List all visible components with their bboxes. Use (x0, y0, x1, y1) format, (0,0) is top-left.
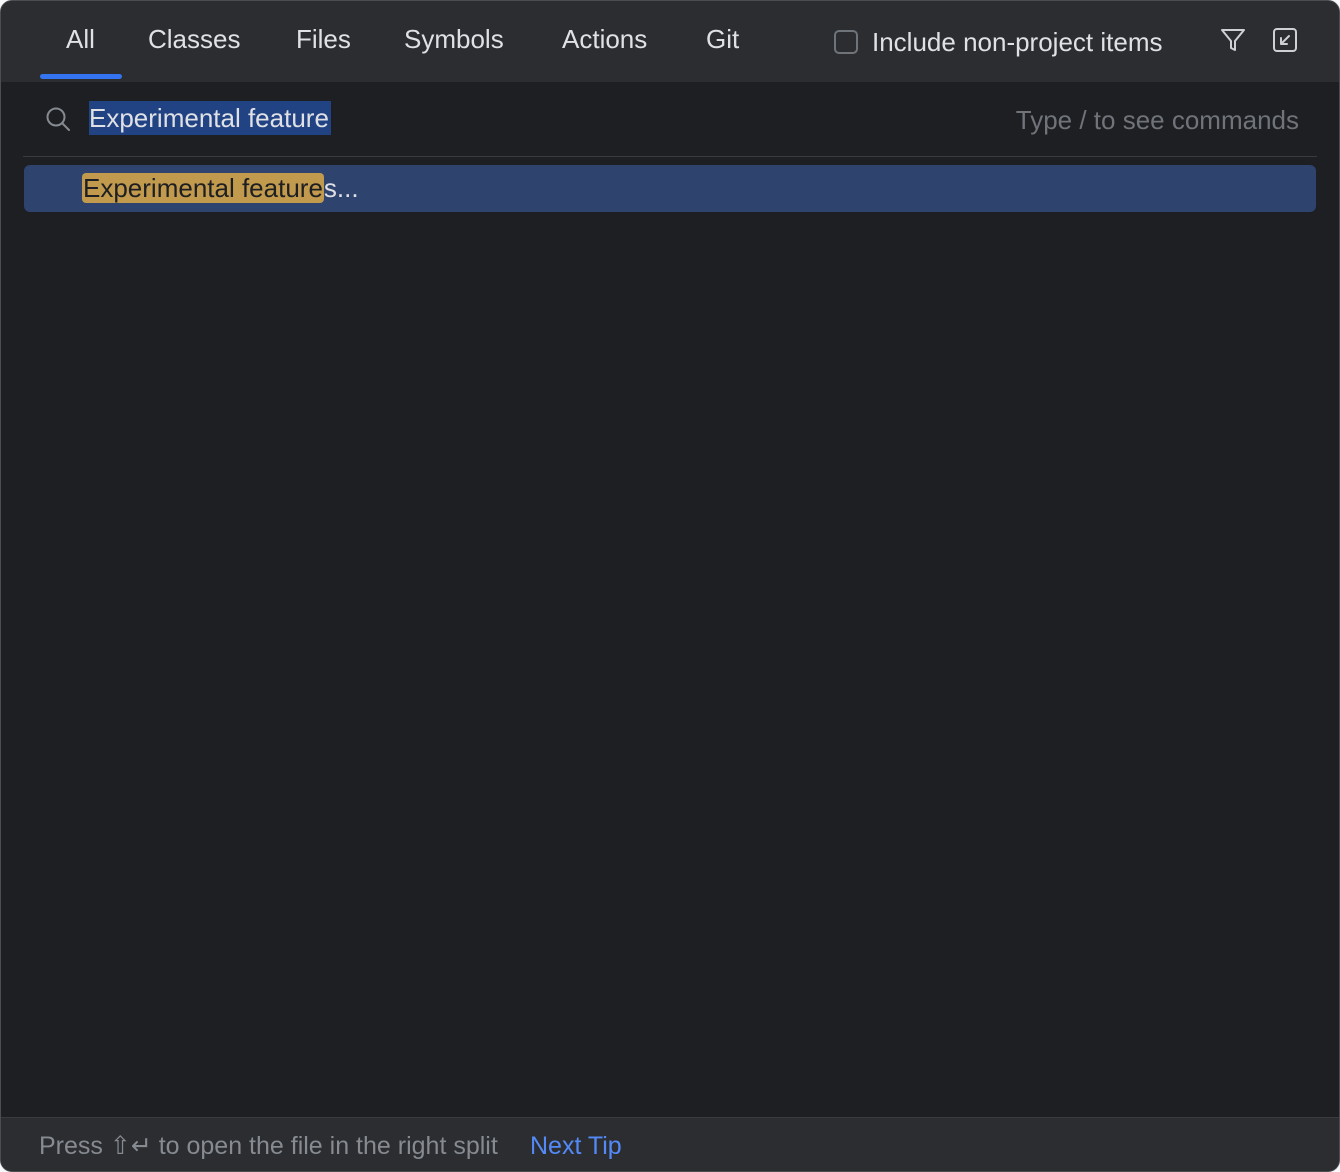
search-bar[interactable]: Experimental feature Type / to see comma… (23, 82, 1317, 157)
tab-git[interactable]: Git (706, 21, 739, 57)
list-item[interactable]: Experimental features... (24, 165, 1316, 212)
tab-classes[interactable]: Classes (148, 21, 240, 57)
tip-bar: Press ⇧↵ to open the file in the right s… (1, 1117, 1339, 1171)
include-non-project-label: Include non-project items (872, 26, 1163, 57)
search-input[interactable]: Experimental feature (89, 101, 331, 135)
search-icon (43, 104, 73, 134)
filter-icon[interactable] (1218, 25, 1248, 55)
search-everywhere-popup: All Classes Files Symbols Actions Git In… (0, 0, 1340, 1172)
tip-text: Press ⇧↵ to open the file in the right s… (39, 1132, 498, 1160)
search-hint: Type / to see commands (1015, 105, 1299, 135)
tab-files[interactable]: Files (296, 21, 351, 57)
collapse-to-corner-icon[interactable] (1270, 25, 1300, 55)
next-tip-link[interactable]: Next Tip (530, 1129, 622, 1163)
result-label-rest: s... (323, 173, 359, 203)
tab-all[interactable]: All (66, 21, 95, 57)
active-tab-indicator (40, 74, 122, 79)
result-label: Experimental features... (82, 171, 359, 205)
tab-actions[interactable]: Actions (562, 21, 647, 57)
include-non-project-toggle[interactable]: Include non-project items (834, 25, 1162, 59)
result-match-highlight: Experimental feature (82, 173, 324, 203)
search-content: Experimental feature Type / to see comma… (1, 82, 1339, 1117)
tab-bar: All Classes Files Symbols Actions Git In… (1, 1, 1339, 82)
tab-symbols[interactable]: Symbols (404, 21, 504, 57)
include-non-project-checkbox[interactable] (834, 30, 858, 54)
